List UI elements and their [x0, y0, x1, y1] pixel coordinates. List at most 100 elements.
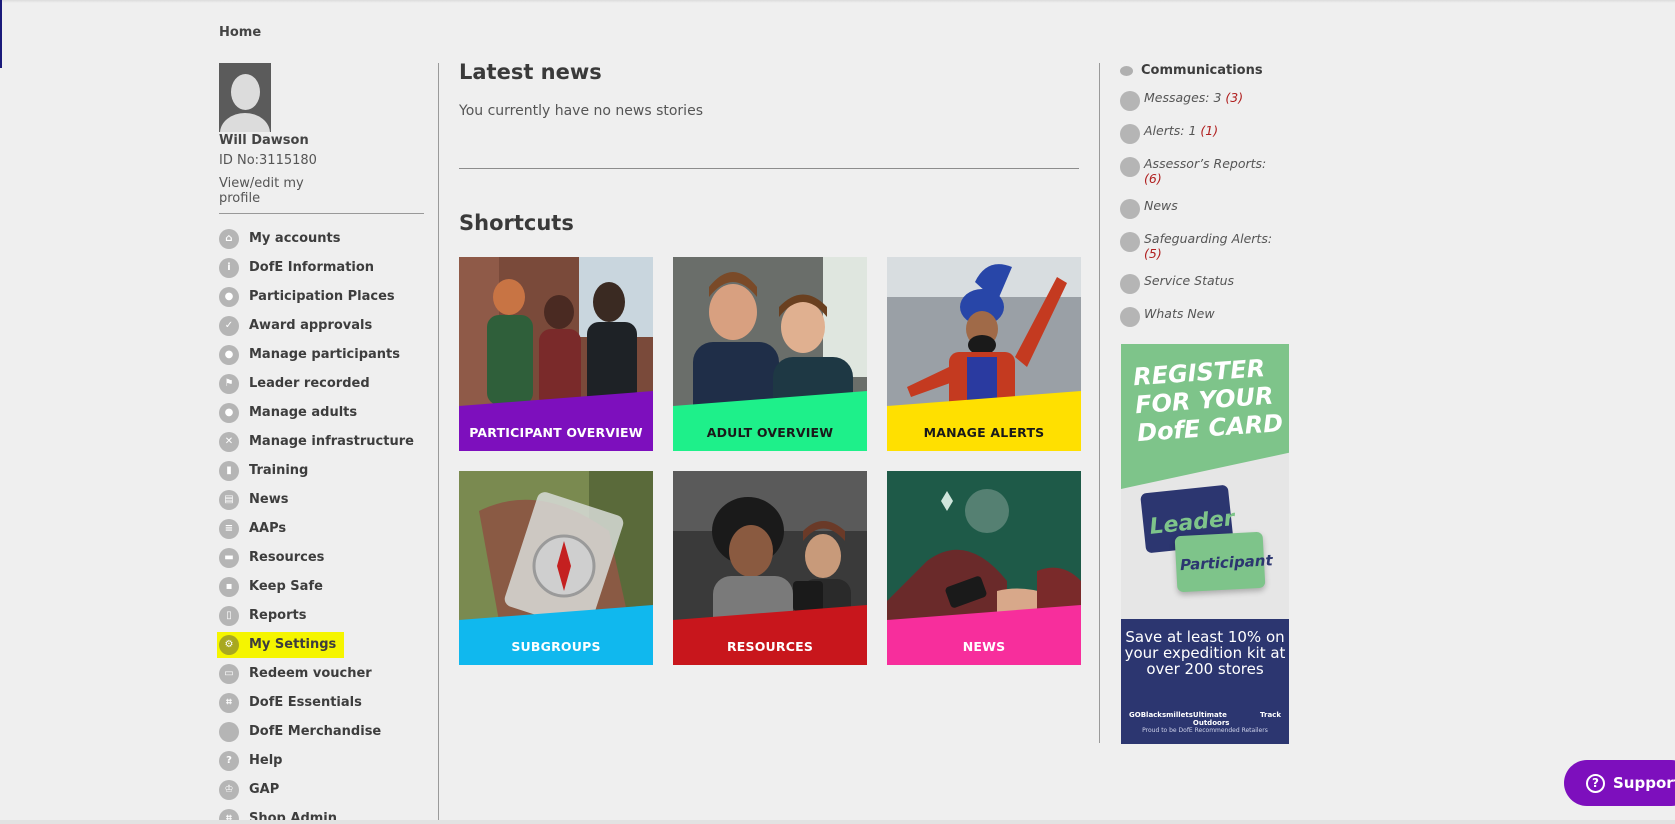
comm-item-messages-3[interactable]: Messages: 3 (3) — [1120, 90, 1300, 111]
sidebar-item-label: Training — [249, 463, 309, 478]
sidebar-item-aaps[interactable]: ≡ AAPs — [219, 514, 424, 543]
left-column-divider — [438, 63, 439, 820]
merch-icon — [219, 721, 239, 742]
sidebar-item-my-settings[interactable]: ⚙ My Settings — [217, 630, 424, 659]
shortcut-resources[interactable]: RESOURCES — [673, 471, 867, 665]
profile-name: Will Dawson — [219, 133, 309, 148]
main-content: Latest news You currently have no news s… — [459, 60, 1079, 235]
sidebar-item-label: Reports — [249, 608, 307, 623]
comm-item-text: News — [1144, 198, 1178, 213]
sidebar-item-dofe-essentials[interactable]: ⌗ DofE Essentials — [219, 688, 424, 717]
sidebar-item-dofe-information[interactable]: i DofE Information — [219, 253, 424, 282]
sidebar-item-label: AAPs — [249, 521, 287, 536]
shortcut-participant-overview[interactable]: PARTICIPANT OVERVIEW — [459, 257, 653, 451]
shortcuts-title: Shortcuts — [459, 211, 574, 235]
sidebar-item-resources[interactable]: ▬ Resources — [219, 543, 424, 572]
shortcut-subgroups[interactable]: SUBGROUPS — [459, 471, 653, 665]
comm-item-text: Assessor’s Reports: (6) — [1144, 156, 1266, 186]
support-label: Support — [1613, 774, 1675, 792]
no-news-message: You currently have no news stories — [459, 103, 703, 119]
comm-item-assessor-s-reports[interactable]: Assessor’s Reports: (6) — [1120, 156, 1300, 186]
communications-title: Communications — [1120, 63, 1300, 78]
comm-item-safeguarding-alerts[interactable]: Safeguarding Alerts: (5) — [1120, 231, 1300, 261]
shortcut-label: SUBGROUPS — [511, 639, 601, 654]
comm-item-service-status[interactable]: Service Status — [1120, 273, 1300, 294]
avatar-head — [231, 74, 260, 110]
play-icon — [1120, 307, 1140, 327]
comm-item-label: Messages: 3 — [1144, 90, 1222, 105]
shortcut-label: ADULT OVERVIEW — [706, 425, 834, 440]
right-column-divider — [1099, 63, 1100, 743]
sidebar-item-leader-recorded[interactable]: ⚑ Leader recorded — [219, 369, 424, 398]
dofe-card-advert[interactable]: REGISTER FOR YOUR DofE CARD Leader Parti… — [1121, 344, 1289, 744]
communications-list: Messages: 3 (3) Alerts: 1 (1) Assessor’s R… — [1120, 90, 1300, 327]
shield-icon: ✓ — [219, 315, 239, 336]
highlight-marker: ⚙ My Settings — [217, 631, 345, 658]
sidebar-nav: ⌂ My accounts i DofE Information ● Participat… — [217, 224, 424, 824]
info-icon: i — [219, 257, 239, 278]
shortcut-label: NEWS — [962, 639, 1006, 654]
bottom-border — [0, 820, 1675, 824]
sidebar-item-manage-infrastructure[interactable]: ✕ Manage infrastructure — [219, 427, 424, 456]
avatar[interactable] — [219, 63, 271, 132]
sidebar-item-participation-places[interactable]: ● Participation Places — [219, 282, 424, 311]
voucher-icon: ▭ — [219, 663, 239, 684]
shortcut-adult-overview[interactable]: ADULT OVERVIEW — [673, 257, 867, 451]
profile-divider — [219, 213, 424, 214]
shortcut-news[interactable]: NEWS — [887, 471, 1081, 665]
avatar-body — [220, 113, 270, 132]
communications-title-text: Communications — [1141, 63, 1263, 78]
sidebar-item-label: Manage adults — [249, 405, 358, 420]
comm-item-text: Safeguarding Alerts: (5) — [1144, 231, 1272, 261]
profile-id: ID No:3115180 — [219, 153, 317, 168]
sidebar-item-my-accounts[interactable]: ⌂ My accounts — [219, 224, 424, 253]
latest-news-title: Latest news — [459, 60, 602, 84]
comm-item-news[interactable]: News — [1120, 198, 1300, 219]
people-icon: ● — [219, 344, 239, 365]
breadcrumb[interactable]: Home — [219, 25, 261, 40]
edit-profile-link[interactable]: View/edit my profile — [219, 176, 319, 206]
profile-panel: Will Dawson ID No:3115180 View/edit my p… — [219, 63, 424, 206]
sidebar-item-keep-safe[interactable]: ▪ Keep Safe — [219, 572, 424, 601]
sidebar-item-label: Keep Safe — [249, 579, 323, 594]
sidebar-item-redeem-voucher[interactable]: ▭ Redeem voucher — [219, 659, 424, 688]
sidebar-item-help[interactable]: ? Help — [219, 746, 424, 775]
lock-icon: ▪ — [219, 576, 239, 597]
shortcut-label: PARTICIPANT OVERVIEW — [469, 425, 643, 440]
shortcut-manage-alerts[interactable]: MANAGE ALERTS — [887, 257, 1081, 451]
retailer-logo: millets — [1166, 711, 1193, 719]
adults-icon: ● — [219, 402, 239, 423]
news-icon: ▤ — [219, 489, 239, 510]
comm-item-count: (6) — [1144, 171, 1162, 186]
gap-icon: ♔ — [219, 779, 239, 800]
sidebar-item-dofe-merchandise[interactable]: DofE Merchandise — [219, 717, 424, 746]
sidebar-item-award-approvals[interactable]: ✓ Award approvals — [219, 311, 424, 340]
sidebar-item-gap[interactable]: ♔ GAP — [219, 775, 424, 804]
cart-icon: ⌗ — [219, 692, 239, 713]
sidebar-item-label: Manage participants — [249, 347, 400, 362]
chat-bubble-icon — [1120, 65, 1133, 76]
retailer-logo: GO — [1129, 711, 1141, 719]
status-icon — [1120, 274, 1140, 294]
comm-item-whats-new[interactable]: Whats New — [1120, 306, 1300, 327]
comm-item-alerts-1[interactable]: Alerts: 1 (1) — [1120, 123, 1300, 144]
shortcut-label: MANAGE ALERTS — [923, 425, 1045, 440]
home-icon: ⌂ — [219, 228, 239, 249]
sidebar-item-news[interactable]: ▤ News — [219, 485, 424, 514]
comm-item-text: Service Status — [1144, 273, 1234, 288]
news-icon — [1120, 199, 1140, 219]
sidebar-item-label: DofE Merchandise — [249, 724, 382, 739]
support-button[interactable]: ? Support — [1564, 760, 1675, 806]
communications-panel: Communications Messages: 3 (3) Alerts: 1 … — [1120, 63, 1300, 327]
sidebar-item-reports[interactable]: ▯ Reports — [219, 601, 424, 630]
advert-offer-text: Save at least 10% on your expedition kit… — [1124, 628, 1286, 678]
gear-icon: ⚙ — [219, 634, 239, 655]
sidebar-item-manage-adults[interactable]: ● Manage adults — [219, 398, 424, 427]
sidebar-item-label: GAP — [249, 782, 280, 797]
comm-item-label: Safeguarding Alerts: — [1144, 231, 1273, 246]
advert-headline: REGISTER FOR YOUR DofE CARD — [1132, 354, 1284, 448]
sidebar-item-manage-participants[interactable]: ● Manage participants — [219, 340, 424, 369]
sidebar-item-label: News — [249, 492, 289, 507]
sidebar-item-training[interactable]: ▮ Training — [219, 456, 424, 485]
comm-item-label: Whats New — [1144, 306, 1215, 321]
